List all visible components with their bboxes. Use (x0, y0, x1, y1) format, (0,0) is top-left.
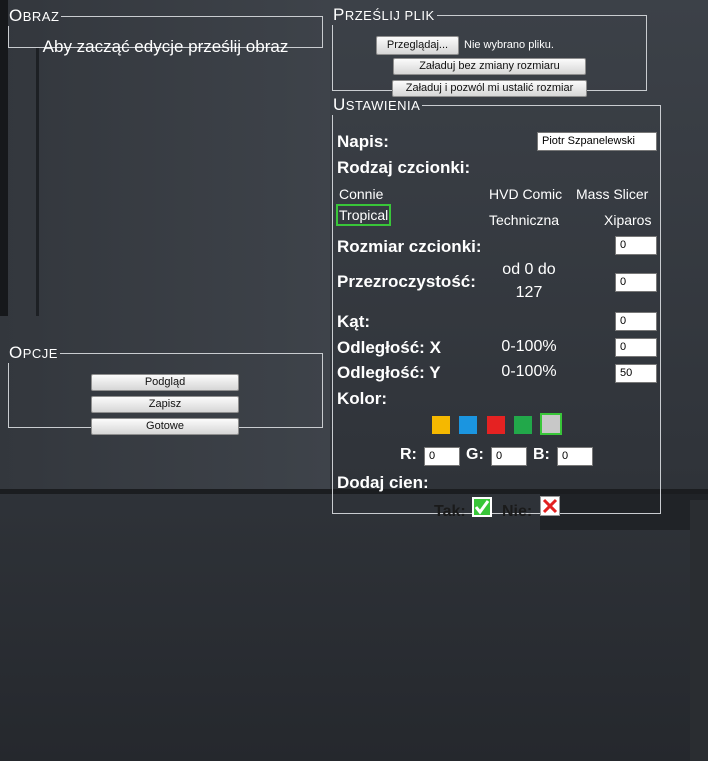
shadow-yes-label: Tak: (434, 503, 466, 520)
upload-fieldset: Prześlij plik Przeglądaj... Nie wybrano … (332, 5, 647, 97)
font-option-tropical[interactable]: Tropical (336, 204, 392, 226)
save-button[interactable]: Zapisz (91, 396, 239, 413)
shadow-label: Dodaj cien: (337, 473, 429, 492)
no-file-text: Nie wybrano pliku. (464, 39, 554, 51)
font-option-connie[interactable]: Connie (339, 186, 383, 202)
offset-x-label: Odległość: X (337, 338, 441, 357)
options-legend: Opcje (9, 343, 58, 362)
preview-button[interactable]: Podgląd (91, 374, 239, 391)
color-swatch-red[interactable] (487, 416, 505, 434)
background-divider-inner (36, 48, 39, 316)
opacity-input[interactable]: 0 (615, 273, 657, 292)
g-label: G: (466, 446, 484, 463)
offset-y-range: 0-100% (501, 363, 557, 380)
shadow-no-label: Nie: (502, 503, 533, 520)
g-input[interactable]: 0 (491, 447, 527, 466)
angle-input[interactable]: 0 (615, 312, 657, 331)
font-size-label: Rozmiar czcionki: (337, 237, 482, 256)
settings-legend: Ustawienia (333, 95, 421, 114)
color-swatch-gray-selected[interactable] (540, 413, 562, 435)
opacity-label: Przezroczystość: (337, 272, 476, 291)
caption-input[interactable]: Piotr Szpanelewski (537, 132, 657, 151)
font-option-techniczna[interactable]: Techniczna (489, 212, 559, 228)
font-option-hvd-comic[interactable]: HVD Comic (489, 186, 562, 202)
b-label: B: (533, 446, 550, 463)
caption-label: Napis: (337, 132, 389, 151)
color-swatch-blue[interactable] (459, 416, 477, 434)
opacity-range-line2: 127 (515, 284, 543, 301)
font-size-input[interactable]: 0 (615, 236, 657, 255)
image-fieldset: Obraz Aby zacząć edycje prześlij obraz (8, 6, 323, 56)
offset-y-input[interactable]: 50 (615, 364, 657, 383)
upload-no-resize-button[interactable]: Załaduj bez zmiany rozmiaru (393, 58, 586, 75)
image-upload-message: Aby zacząć edycje prześlij obraz (42, 37, 289, 56)
font-type-label: Rodzaj czcionki: (337, 158, 471, 177)
color-swatch-green[interactable] (514, 416, 532, 434)
offset-x-input[interactable]: 0 (615, 338, 657, 357)
browse-button[interactable]: Przeglądaj... (376, 36, 459, 55)
done-button[interactable]: Gotowe (91, 418, 239, 435)
font-option-mass-slicer[interactable]: Mass Slicer (576, 186, 648, 202)
r-input[interactable]: 0 (424, 447, 460, 466)
image-legend: Obraz (9, 6, 60, 25)
color-label: Kolor: (337, 389, 388, 408)
offset-y-label: Odległość: Y (337, 363, 441, 382)
opacity-range-line1: od 0 do (502, 261, 556, 278)
color-swatch-yellow[interactable] (432, 416, 450, 434)
offset-x-range: 0-100% (501, 338, 557, 355)
r-label: R: (400, 446, 417, 463)
options-fieldset: Opcje Podgląd Zapisz Gotowe (8, 343, 323, 435)
background-right-edge (690, 500, 708, 761)
font-option-xiparos[interactable]: Xiparos (604, 212, 651, 228)
settings-fieldset: Ustawienia Napis: Piotr Szpanelewski Rod… (332, 95, 661, 520)
shadow-yes-check-icon[interactable] (472, 497, 492, 517)
upload-legend: Prześlij plik (333, 5, 435, 24)
angle-label: Kąt: (337, 312, 371, 331)
shadow-no-cross-icon[interactable] (540, 496, 560, 516)
b-input[interactable]: 0 (557, 447, 593, 466)
background-divider-vertical (0, 0, 8, 316)
